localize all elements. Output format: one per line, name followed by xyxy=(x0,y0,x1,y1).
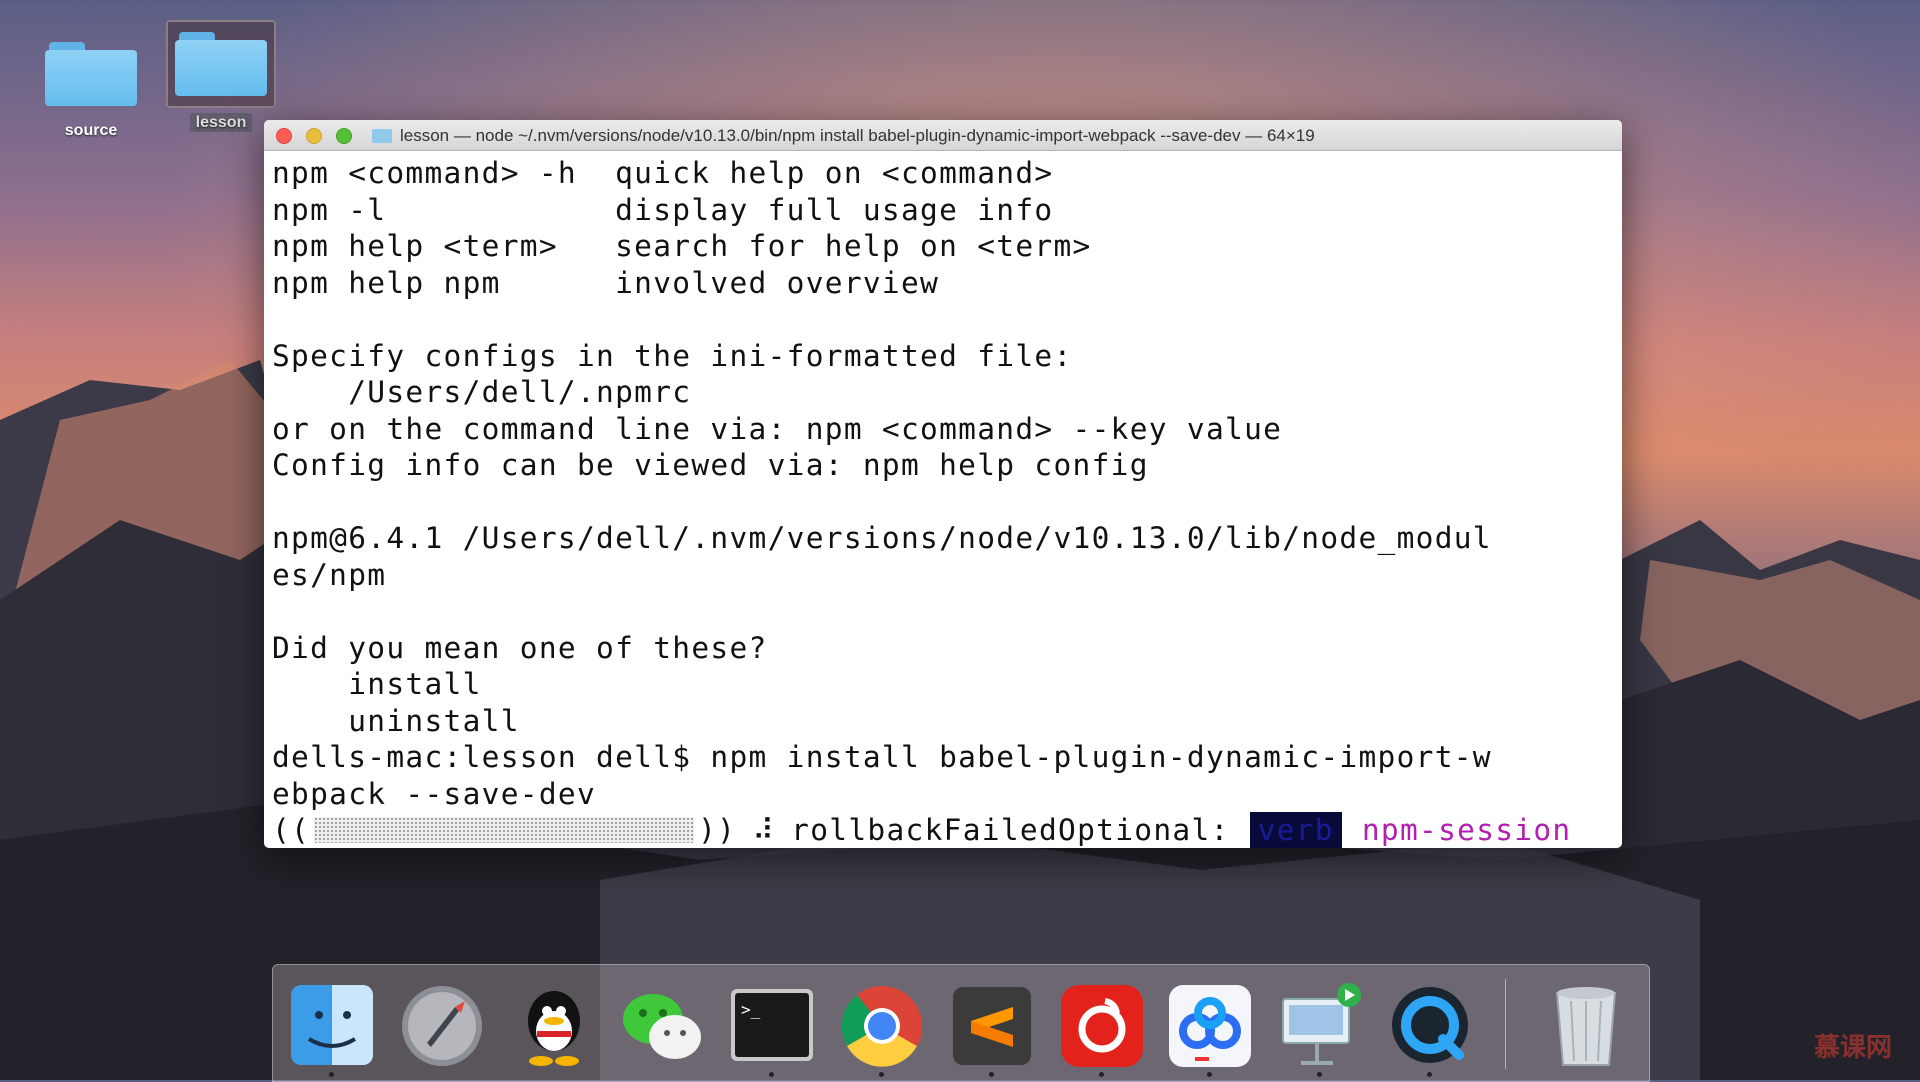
npm-progress-line: (()) ⠼ rollbackFailedOptional: verb npm-… xyxy=(272,812,1622,848)
terminal-line: ebpack --save-dev xyxy=(272,776,597,811)
running-indicator xyxy=(1427,1072,1432,1077)
terminal-line: uninstall xyxy=(272,703,520,738)
npm-progress-bar xyxy=(314,817,695,844)
sublime-text-icon[interactable] xyxy=(947,981,1037,1077)
close-window-button[interactable] xyxy=(276,128,292,144)
trash-icon[interactable] xyxy=(1541,981,1631,1071)
terminal-output[interactable]: npm <command> -h quick help on <command>… xyxy=(264,151,1622,848)
folder-icon xyxy=(372,129,392,143)
minimize-window-button[interactable] xyxy=(306,128,322,144)
terminal-line: /Users/dell/.npmrc xyxy=(272,375,692,409)
terminal-line: npm help <term> search for help on <term… xyxy=(272,229,1092,263)
qq-icon[interactable] xyxy=(509,981,599,1071)
window-titlebar[interactable]: lesson — node ~/.nvm/versions/node/v10.1… xyxy=(264,120,1622,151)
running-indicator xyxy=(769,1072,774,1077)
running-indicator xyxy=(1207,1072,1212,1077)
netease-music-icon[interactable] xyxy=(1057,981,1147,1077)
terminal-line: npm <command> -h quick help on <command> xyxy=(272,156,1054,190)
terminal-line: npm help npm involved overview xyxy=(272,265,940,300)
terminal-line: Config info can be viewed via: npm help … xyxy=(272,448,1149,482)
window-title: lesson — node ~/.nvm/versions/node/v10.1… xyxy=(400,126,1315,145)
npm-session-label: npm-session xyxy=(1361,813,1572,847)
desktop-folder-source[interactable]: source xyxy=(36,32,146,140)
terminal-line: Did you mean one of these? xyxy=(272,630,768,665)
dock-separator xyxy=(1505,979,1506,1069)
terminal-line: Specify configs in the ini-formatted fil… xyxy=(272,338,1073,373)
watermark: 慕课网 xyxy=(1813,1032,1892,1062)
terminal-prompt-line: dells-mac:lesson dell$ npm install babel… xyxy=(272,740,1492,774)
running-indicator xyxy=(879,1072,884,1077)
launchpad-icon[interactable] xyxy=(397,981,487,1071)
running-indicator xyxy=(1317,1072,1322,1077)
terminal-window[interactable]: lesson — node ~/.nvm/versions/node/v10.1… xyxy=(264,120,1622,848)
wechat-icon[interactable] xyxy=(617,981,707,1071)
terminal-line: es/npm xyxy=(272,557,387,592)
progress-open: (( xyxy=(272,813,311,847)
quicktime-icon[interactable] xyxy=(1385,981,1475,1077)
desktop-folder-lesson[interactable]: lesson xyxy=(166,20,276,132)
chrome-icon[interactable] xyxy=(837,981,927,1077)
desktop-folder-label: source xyxy=(64,122,118,139)
running-indicator xyxy=(329,1072,334,1077)
baidu-netdisk-icon[interactable] xyxy=(1165,981,1255,1077)
folder-icon xyxy=(175,32,267,96)
running-indicator xyxy=(1099,1072,1104,1077)
terminal-line: npm -l display full usage info xyxy=(272,192,1054,227)
svg-text:>_: >_ xyxy=(741,1000,761,1019)
dock: >_ xyxy=(272,964,1650,1082)
terminal-line: npm@6.4.1 /Users/dell/.nvm/versions/node… xyxy=(272,521,1492,555)
terminal-line: install xyxy=(272,667,482,701)
finder-icon[interactable] xyxy=(287,981,377,1077)
keynote-icon[interactable] xyxy=(1275,981,1365,1077)
terminal-icon[interactable]: >_ xyxy=(727,981,817,1077)
progress-status: rollbackFailedOptional: xyxy=(791,813,1230,847)
folder-icon xyxy=(45,42,137,106)
terminal-line: or on the command line via: npm <command… xyxy=(272,411,1283,446)
running-indicator xyxy=(989,1072,994,1077)
maximize-window-button[interactable] xyxy=(336,128,352,144)
spinner-icon: ⠼ xyxy=(752,813,776,847)
log-level-badge: verb xyxy=(1249,812,1342,848)
desktop-folder-label: lesson xyxy=(189,113,253,132)
progress-close: )) xyxy=(698,813,737,847)
